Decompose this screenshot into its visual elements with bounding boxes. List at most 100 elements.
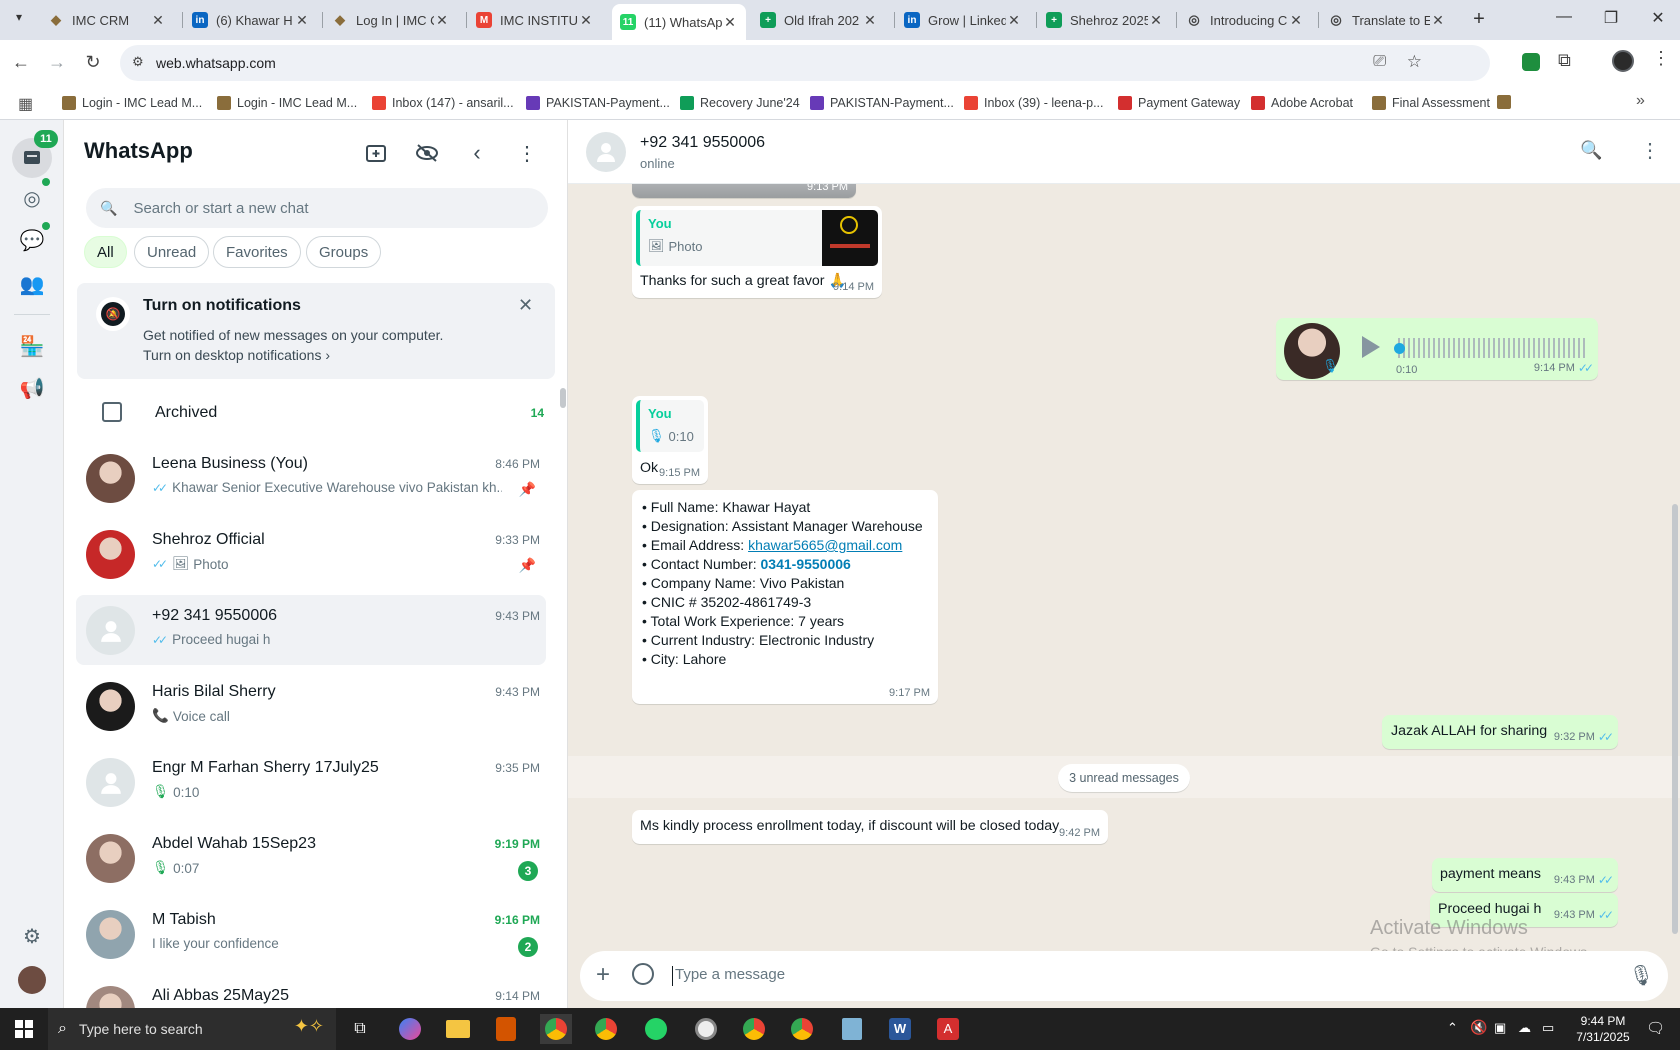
message-incoming[interactable]: Ms kindly process enrollment today, if d… (632, 810, 1108, 844)
tab-close-icon[interactable]: ✕ (722, 14, 738, 31)
notifications-icon[interactable]: 🗨 (1646, 1019, 1665, 1037)
chat-list-item[interactable]: Engr M Farhan Sherry 17July25 9:35 PM 🎙 0:1… (76, 747, 546, 817)
chat-list-item[interactable]: Ali Abbas 25May25 9:14 PM (76, 975, 546, 1008)
contact-avatar[interactable] (86, 454, 135, 503)
bookmark-item[interactable]: Payment Gateway (1118, 92, 1240, 114)
chat-list-item[interactable]: Shehroz Official 9:33 PM ✓✓ 🖼 Photo 📌 (76, 519, 546, 589)
network-icon[interactable]: ▭ (1542, 1020, 1554, 1036)
play-icon[interactable] (1362, 336, 1380, 358)
browser-tab[interactable]: + Old Ifrah 202 ✕ (752, 4, 886, 36)
message-voice-note[interactable]: 🎙 0:10 9:14 PM ✓✓ (1276, 318, 1598, 380)
new-tab-button[interactable]: + (1466, 6, 1492, 32)
chat-list-item[interactable]: Haris Bilal Sherry 9:43 PM 📞 Voice call (76, 671, 546, 741)
chrome-icon-3[interactable] (738, 1014, 770, 1044)
clock[interactable]: 9:44 PM 7/31/2025 (1570, 1013, 1636, 1045)
tray-app-icon[interactable]: ▣ (1494, 1020, 1506, 1036)
bookmark-item[interactable]: Login - IMC Lead M... (62, 92, 202, 114)
browser-tab[interactable]: M IMC INSTITUT ✕ (468, 4, 602, 36)
extensions-puzzle-icon[interactable]: ⧉ (1558, 50, 1571, 71)
voice-waveform[interactable] (1398, 338, 1588, 358)
bookmarks-overflow-icon[interactable]: » (1636, 92, 1645, 110)
more-bookmark-icon[interactable] (1497, 95, 1511, 109)
bookmark-item[interactable]: PAKISTAN-Payment... (526, 92, 670, 114)
maximize-button[interactable]: ❐ (1596, 8, 1626, 32)
file-explorer-icon[interactable] (442, 1014, 474, 1044)
whatsapp-icon[interactable] (640, 1014, 672, 1044)
message-candidate-info[interactable]: • Full Name: Khawar Hayat • Designation: … (632, 490, 938, 704)
contact-avatar[interactable] (86, 834, 135, 883)
task-view-icon[interactable]: ⧉ (344, 1014, 376, 1044)
browser-tab[interactable]: in Grow | Linked ✕ (896, 4, 1030, 36)
reload-icon[interactable]: ↻ (82, 52, 104, 74)
communities-icon[interactable]: 👥 (18, 270, 46, 298)
bookmark-item[interactable]: Login - IMC Lead M... (217, 92, 357, 114)
bookmark-item[interactable]: Final Assessment (1372, 92, 1490, 114)
filter-favorites[interactable]: Favorites (213, 236, 301, 268)
advertise-icon[interactable]: 📢 (18, 374, 46, 402)
chat-list-item[interactable]: Abdel Wahab 15Sep23 9:19 PM 🎙 0:07 3 (76, 823, 546, 893)
browser-tab[interactable]: in (6) Khawar H ✕ (184, 4, 318, 36)
install-app-icon[interactable]: ⎚ (1373, 53, 1386, 71)
message-outgoing[interactable]: Jazak ALLAH for sharing 9:32 PM ✓✓ (1382, 715, 1618, 749)
channels-icon[interactable]: 💬 (18, 226, 46, 254)
chat-list-item[interactable]: +92 341 9550006 9:43 PM ✓✓ Proceed hugai h (76, 595, 546, 665)
windows-start-icon[interactable] (8, 1014, 40, 1044)
tab-close-icon[interactable]: ✕ (1148, 12, 1164, 29)
bookmark-item[interactable]: Recovery June'24 (680, 92, 800, 114)
archived-row[interactable]: Archived 14 (64, 388, 567, 442)
browser-tab[interactable]: ◎ Translate to E ✕ (1320, 4, 1454, 36)
bookmark-item[interactable]: Inbox (147) - ansaril... (372, 92, 514, 114)
conversation-menu-icon[interactable]: ⋮ (1640, 138, 1660, 163)
apps-grid-icon[interactable]: ▦ (18, 94, 33, 114)
email-link[interactable]: khawar5665@gmail.com (748, 537, 902, 553)
filter-groups[interactable]: Groups (306, 236, 382, 268)
contact-avatar[interactable] (586, 132, 626, 172)
contact-avatar[interactable] (86, 986, 135, 1008)
browser-menu-icon[interactable]: ⋮ (1652, 48, 1670, 69)
back-icon[interactable]: ← (10, 52, 32, 74)
notification-link[interactable]: Turn on desktop notifications › (143, 347, 330, 363)
conversation-header[interactable]: +92 341 9550006 online 🔍 ⋮ (568, 120, 1680, 184)
menu-icon[interactable]: ⋮ (514, 140, 540, 166)
chat-list-scrollbar[interactable] (560, 388, 566, 408)
filter-unread[interactable]: Unread (134, 236, 210, 268)
profile-avatar[interactable] (1612, 50, 1634, 72)
tab-close-icon[interactable]: ✕ (578, 12, 594, 29)
search-input[interactable]: 🔍 Search or start a new chat (86, 188, 548, 228)
contact-avatar[interactable] (86, 910, 135, 959)
address-bar[interactable]: ⚙ web.whatsapp.com ⎚ ☆ (120, 45, 1490, 81)
sticker-icon[interactable] (632, 963, 654, 985)
tab-close-icon[interactable]: ✕ (1006, 12, 1022, 29)
tab-close-icon[interactable]: ✕ (294, 12, 310, 29)
browser-tab[interactable]: + Shehroz 2025 ✕ (1038, 4, 1172, 36)
onedrive-icon[interactable]: ☁ (1518, 1020, 1531, 1036)
settings-icon[interactable]: ⚙ (18, 922, 46, 950)
browser-tab[interactable]: ◆ IMC CRM ✕ (40, 4, 174, 36)
hide-icon[interactable] (414, 140, 440, 166)
browser-tab[interactable]: ◎ Introducing C ✕ (1178, 4, 1312, 36)
message-photo-tail[interactable]: 9:13 PM (632, 184, 856, 198)
acrobat-icon[interactable]: A (932, 1014, 964, 1044)
tray-chevron-icon[interactable]: ⌃ (1447, 1020, 1458, 1036)
microphone-icon[interactable]: 🎙 (1629, 963, 1654, 988)
chrome-icon-1[interactable] (540, 1014, 572, 1044)
tab-search-button[interactable]: ▾ (8, 10, 30, 32)
site-info-icon[interactable]: ⚙ (132, 54, 144, 70)
browser-tab[interactable]: ◆ Log In | IMC C ✕ (324, 4, 458, 36)
search-messages-icon[interactable]: 🔍 (1580, 140, 1602, 161)
contact-avatar[interactable] (86, 758, 135, 807)
new-chat-icon[interactable] (364, 140, 390, 166)
minimize-button[interactable]: — (1549, 8, 1579, 32)
collapse-chevron-icon[interactable]: ‹ (464, 140, 490, 166)
business-tools-icon[interactable]: 🏪 (18, 332, 46, 360)
tab-close-icon[interactable]: ✕ (434, 12, 450, 29)
taskbar-search[interactable]: ⌕ Type here to search ✦✧ (48, 1008, 336, 1050)
profile-avatar-rail[interactable] (18, 966, 46, 994)
status-icon[interactable]: ◎ (18, 184, 46, 212)
quoted-message[interactable]: You 🖼 Photo (636, 210, 878, 266)
volume-muted-icon[interactable]: 🔇 (1470, 1019, 1487, 1036)
phone-link[interactable]: 0341-9550006 (761, 556, 851, 572)
clock-app-icon[interactable] (690, 1014, 722, 1044)
message-reply-photo[interactable]: You 🖼 Photo Thanks for such a great favor… (632, 206, 882, 298)
bookmark-item[interactable]: PAKISTAN-Payment... (810, 92, 954, 114)
